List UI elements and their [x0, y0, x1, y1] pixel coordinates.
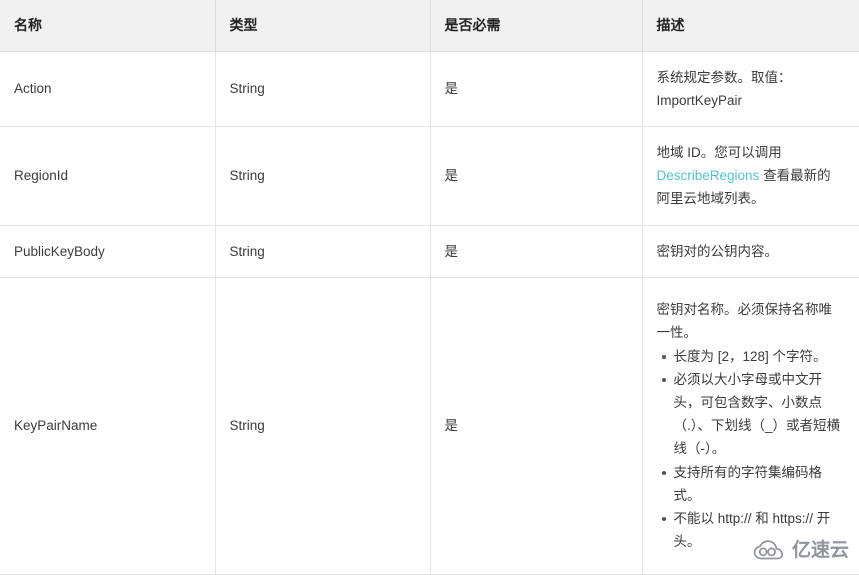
cell-parameter-type: String [215, 126, 431, 226]
cell-parameter-name: KeyPairName [0, 277, 216, 575]
table-body: Action String 是 系统规定参数。取值：ImportKeyPair … [0, 51, 859, 575]
table-header: 名称 类型 是否必需 描述 [0, 0, 859, 52]
list-item: 不能以 http:// 和 https:// 开头。 [661, 507, 844, 553]
cell-parameter-required: 是 [430, 126, 643, 226]
cell-parameter-description: 系统规定参数。取值：ImportKeyPair [642, 51, 859, 127]
cell-parameter-type: String [215, 225, 431, 278]
cell-parameter-required: 是 [430, 51, 643, 127]
cell-parameter-description: 密钥对的公钥内容。 [642, 225, 859, 278]
table-row: Action String 是 系统规定参数。取值：ImportKeyPair [0, 51, 859, 127]
cell-parameter-required: 是 [430, 277, 643, 575]
cell-parameter-name: RegionId [0, 126, 216, 226]
cell-parameter-description: 地域 ID。您可以调用 DescribeRegions 查看最新的阿里云地域列表… [642, 126, 859, 226]
table-row: RegionId String 是 地域 ID。您可以调用 DescribeRe… [0, 126, 859, 226]
cell-parameter-name: PublicKeyBody [0, 225, 216, 278]
description-text: 密钥对名称。必须保持名称唯一性。 [656, 302, 833, 341]
description-prefix: 地域 ID。您可以调用 [656, 144, 782, 160]
table-row: PublicKeyBody String 是 密钥对的公钥内容。 [0, 225, 859, 278]
table-header-row: 名称 类型 是否必需 描述 [0, 0, 859, 52]
describe-regions-link[interactable]: DescribeRegions [657, 168, 760, 183]
list-item: 必须以大小字母或中文开头，可包含数字、小数点（.）、下划线（_）或者短横线（-）… [661, 368, 844, 461]
api-parameters-table: 名称 类型 是否必需 描述 Action String 是 系统规定参数。取值：… [0, 0, 859, 575]
cell-parameter-name: Action [0, 51, 216, 127]
table-row: KeyPairName String 是 密钥对名称。必须保持名称唯一性。 长度… [0, 277, 859, 575]
description-text: 地域 ID。您可以调用 DescribeRegions 查看最新的阿里云地域列表… [657, 141, 844, 211]
cell-parameter-type: String [215, 277, 431, 575]
column-header-name: 名称 [0, 0, 216, 52]
description-text: 密钥对的公钥内容。 [656, 243, 779, 259]
list-item: 支持所有的字符集编码格式。 [661, 461, 844, 507]
column-header-description: 描述 [642, 0, 859, 52]
cell-parameter-type: String [215, 51, 431, 127]
cell-parameter-description: 密钥对名称。必须保持名称唯一性。 长度为 [2，128] 个字符。 必须以大小字… [642, 277, 859, 575]
description-text: 系统规定参数。取值：ImportKeyPair [656, 69, 792, 108]
column-header-required: 是否必需 [430, 0, 643, 52]
list-item: 长度为 [2，128] 个字符。 [661, 345, 844, 368]
cell-parameter-required: 是 [430, 225, 643, 278]
column-header-type: 类型 [215, 0, 431, 52]
description-bullet-list: 长度为 [2，128] 个字符。 必须以大小字母或中文开头，可包含数字、小数点（… [657, 345, 844, 554]
